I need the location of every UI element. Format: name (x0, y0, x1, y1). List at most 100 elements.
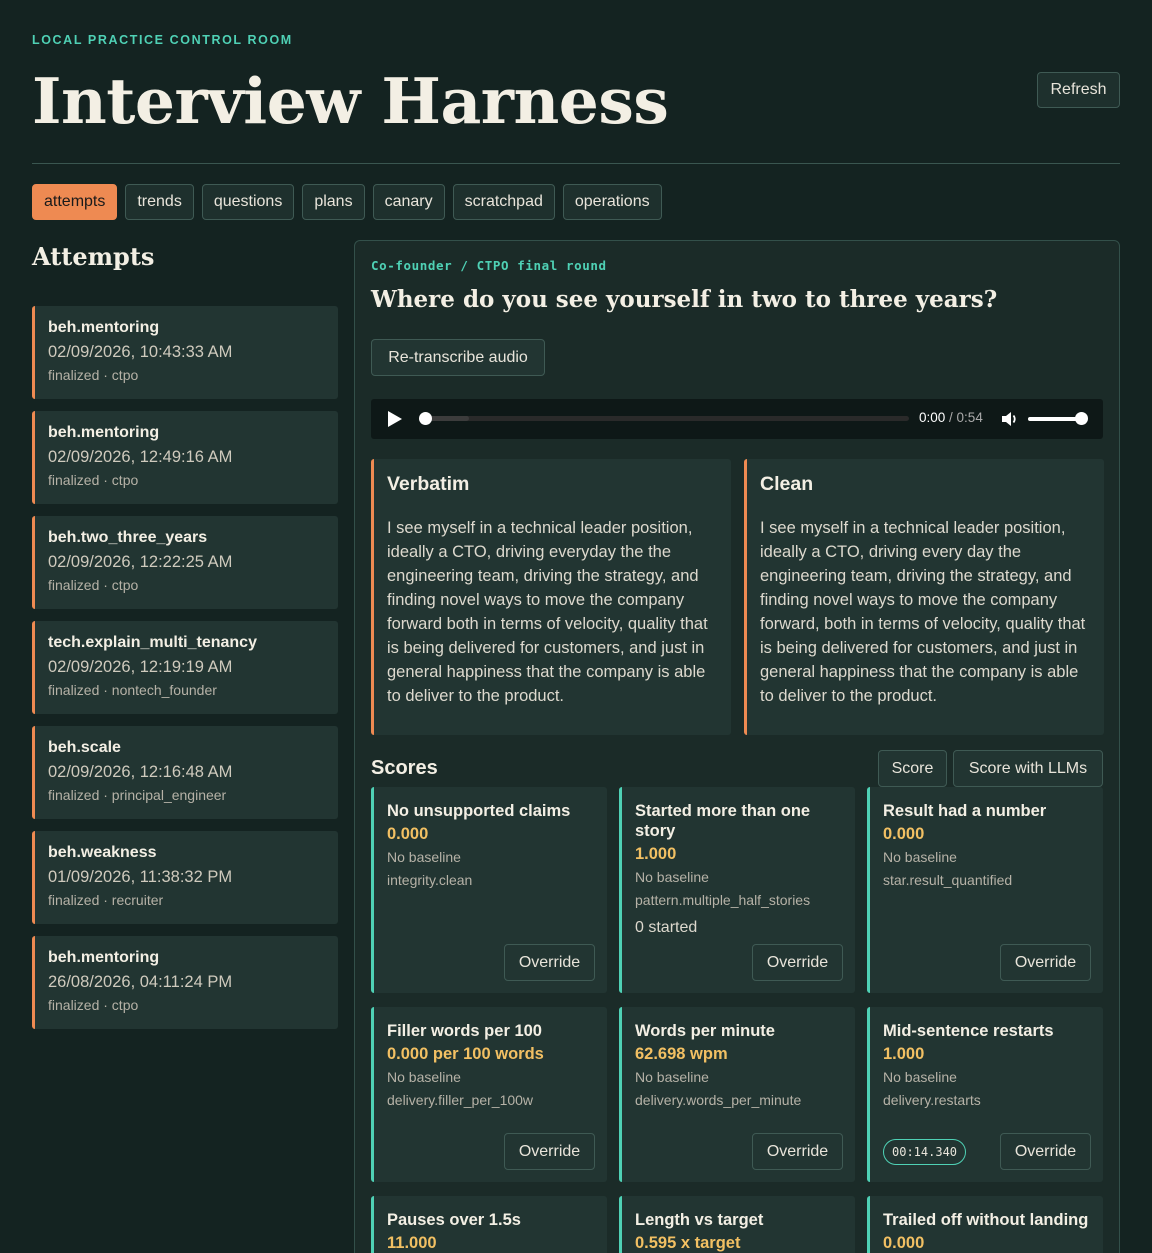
volume-icon[interactable] (1001, 411, 1019, 427)
attempt-item[interactable]: beh.mentoring 26/08/2026, 04:11:24 PM fi… (32, 936, 338, 1029)
baseline-text: No baseline (387, 1069, 461, 1085)
metric-key: delivery.words_per_minute (635, 1092, 802, 1108)
attempt-timestamp: 02/09/2026, 12:19:19 AM (48, 658, 233, 676)
tab-canary[interactable]: canary (372, 184, 445, 220)
attempt-id: beh.scale (48, 739, 121, 756)
attempt-list: beh.mentoring 02/09/2026, 10:43:33 AM fi… (32, 306, 338, 1041)
audio-player: 0:00 / 0:54 (371, 399, 1103, 439)
metric-key: delivery.restarts (883, 1092, 981, 1108)
baseline-text: No baseline (883, 849, 957, 865)
attempt-id: tech.explain_multi_tenancy (48, 634, 257, 651)
tab-attempts[interactable]: attempts (32, 184, 118, 220)
score-card: No unsupported claims 0.000 No baseline … (371, 787, 607, 993)
score-card: Words per minute 62.698 wpm No baseline … (619, 1007, 855, 1182)
override-button[interactable]: Override (504, 944, 595, 981)
score-value: 0.595 x target (635, 1234, 741, 1252)
duration: 0:54 (956, 410, 983, 425)
volume-knob[interactable] (1075, 412, 1088, 425)
tab-scratchpad[interactable]: scratchpad (452, 184, 555, 220)
attempt-item[interactable]: beh.scale 02/09/2026, 12:16:48 AM finali… (32, 726, 338, 819)
score-card-title: No unsupported claims (387, 802, 571, 820)
retranscribe-button[interactable]: Re-transcribe audio (371, 339, 545, 376)
seek-bar[interactable] (419, 416, 909, 421)
score-value: 62.698 wpm (635, 1045, 728, 1063)
attempt-item[interactable]: beh.weakness 01/09/2026, 11:38:32 PM fin… (32, 831, 338, 924)
attempt-id: beh.weakness (48, 844, 157, 861)
round-label: Co-founder / CTPO final round (371, 258, 607, 273)
attempt-item[interactable]: beh.two_three_years 02/09/2026, 12:22:25… (32, 516, 338, 609)
attempt-item[interactable]: tech.explain_multi_tenancy 02/09/2026, 1… (32, 621, 338, 714)
volume-slider[interactable] (1028, 417, 1080, 421)
scores-heading: Scores (371, 757, 438, 779)
tab-bar: attempts trends questions plans canary s… (32, 184, 662, 220)
override-button[interactable]: Override (752, 1133, 843, 1170)
attempt-meta: finalized · nontech_founder (48, 682, 217, 698)
attempt-timestamp: 02/09/2026, 12:16:48 AM (48, 763, 233, 781)
attempt-meta: finalized · ctpo (48, 367, 139, 383)
attempt-meta: finalized · ctpo (48, 997, 139, 1013)
attempt-item[interactable]: beh.mentoring 02/09/2026, 12:49:16 AM fi… (32, 411, 338, 504)
tab-plans[interactable]: plans (302, 184, 365, 220)
metric-key: integrity.clean (387, 872, 473, 888)
time-display: 0:00 / 0:54 (919, 410, 983, 425)
attempt-id: beh.mentoring (48, 424, 160, 441)
timestamp-chip[interactable]: 00:14.340 (883, 1139, 967, 1165)
metric-key: star.result_quantified (883, 872, 1013, 888)
tab-trends[interactable]: trends (125, 184, 194, 220)
override-button[interactable]: Override (1000, 1133, 1091, 1170)
refresh-button[interactable]: Refresh (1037, 72, 1120, 108)
baseline-text: No baseline (883, 1069, 957, 1085)
header-divider (32, 163, 1120, 164)
play-icon[interactable] (388, 411, 402, 427)
score-card-title: Words per minute (635, 1022, 775, 1040)
eyebrow-label: LOCAL PRACTICE CONTROL ROOM (32, 33, 293, 47)
attempt-meta: finalized · ctpo (48, 577, 139, 593)
score-value: 0.000 (883, 825, 925, 843)
score-card-title: Length vs target (635, 1211, 764, 1229)
score-card: Trailed off without landing 0.000 (867, 1196, 1103, 1253)
override-button[interactable]: Override (1000, 944, 1091, 981)
attempt-detail-panel: Co-founder / CTPO final round Where do y… (354, 240, 1120, 1253)
baseline-text: No baseline (635, 869, 709, 885)
attempts-heading: Attempts (32, 242, 155, 271)
time-separator: / (945, 410, 957, 425)
clean-text: I see myself in a technical leader posit… (760, 519, 1086, 705)
score-card: Pauses over 1.5s 11.000 (371, 1196, 607, 1253)
attempt-meta: finalized · principal_engineer (48, 787, 227, 803)
attempt-meta: finalized · ctpo (48, 472, 139, 488)
override-button[interactable]: Override (752, 944, 843, 981)
tab-questions[interactable]: questions (201, 184, 295, 220)
clean-transcript: Clean I see myself in a technical leader… (744, 459, 1104, 735)
override-button[interactable]: Override (504, 1133, 595, 1170)
attempt-timestamp: 02/09/2026, 12:22:25 AM (48, 553, 233, 571)
attempt-id: beh.two_three_years (48, 529, 208, 546)
score-value: 1.000 (635, 845, 677, 863)
story-count: 0 started (635, 919, 698, 936)
score-value: 11.000 (387, 1234, 437, 1252)
verbatim-text: I see myself in a technical leader posit… (387, 519, 708, 705)
clean-heading: Clean (760, 473, 814, 495)
score-card: Result had a number 0.000 No baseline st… (867, 787, 1103, 993)
score-card-title: Trailed off without landing (883, 1211, 1089, 1229)
score-card: Mid-sentence restarts 1.000 No baseline … (867, 1007, 1103, 1182)
attempt-timestamp: 01/09/2026, 11:38:32 PM (48, 868, 233, 886)
question-title: Where do you see yourself in two to thre… (371, 286, 998, 313)
metric-key: pattern.multiple_half_stories (635, 892, 811, 908)
score-card: Length vs target 0.595 x target (619, 1196, 855, 1253)
tab-operations[interactable]: operations (562, 184, 662, 220)
score-value: 0.000 (387, 825, 429, 843)
score-button[interactable]: Score (878, 750, 947, 787)
attempt-meta: finalized · recruiter (48, 892, 164, 908)
score-with-llms-button[interactable]: Score with LLMs (953, 750, 1103, 787)
seek-knob[interactable] (419, 412, 432, 425)
metric-key: delivery.filler_per_100w (387, 1092, 534, 1108)
page-title: Interview Harness (32, 64, 669, 138)
baseline-text: No baseline (387, 849, 461, 865)
score-card-title: Filler words per 100 (387, 1022, 542, 1040)
score-card: Filler words per 100 0.000 per 100 words… (371, 1007, 607, 1182)
attempt-id: beh.mentoring (48, 949, 160, 966)
current-time: 0:00 (919, 410, 946, 425)
score-card-title: Started more than one story (635, 802, 811, 840)
attempt-item[interactable]: beh.mentoring 02/09/2026, 10:43:33 AM fi… (32, 306, 338, 399)
score-value: 0.000 (883, 1234, 925, 1252)
